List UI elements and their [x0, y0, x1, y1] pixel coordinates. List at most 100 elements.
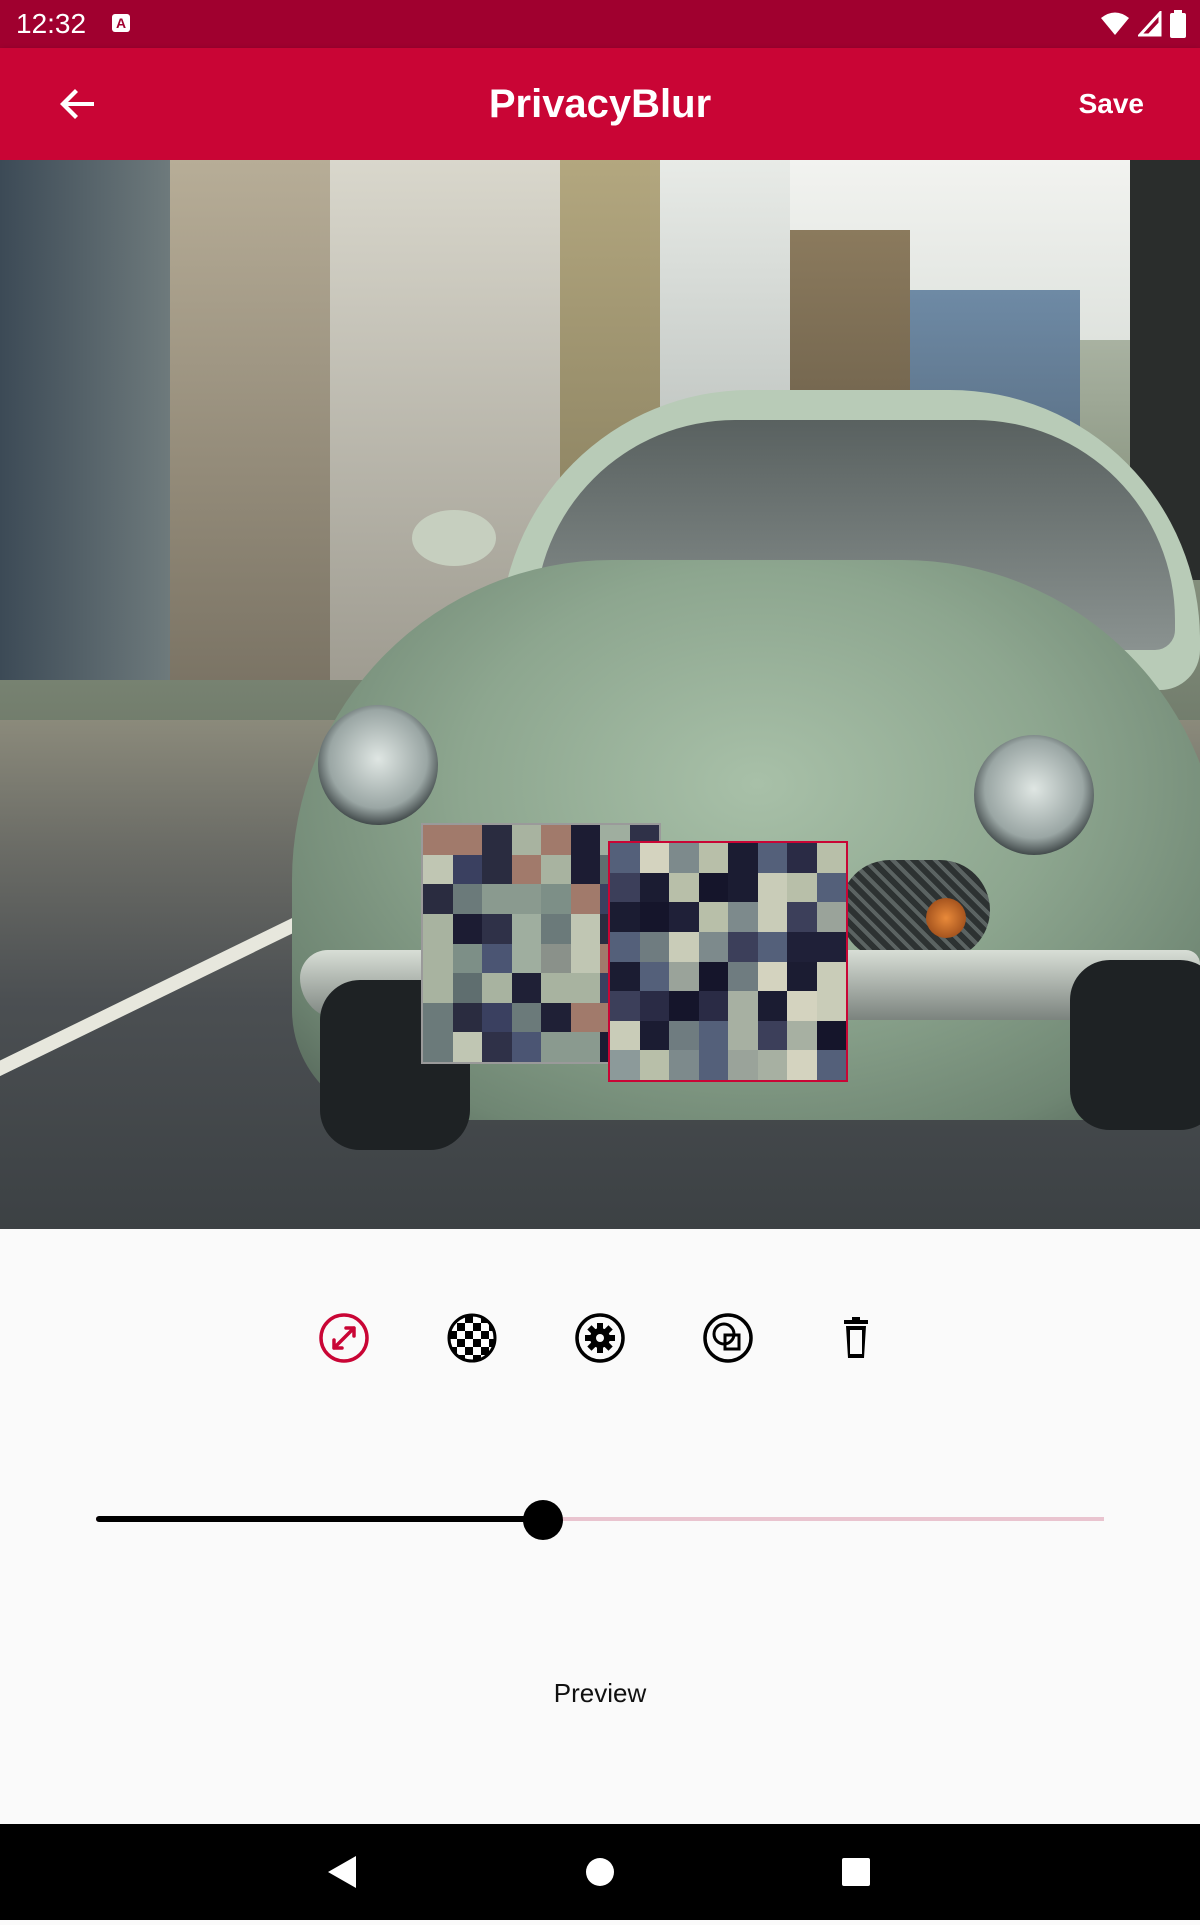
- tool-bar: [0, 1310, 1200, 1370]
- pixel-block: [610, 931, 640, 962]
- pixel-block: [757, 872, 787, 903]
- pixel-block: [757, 902, 787, 932]
- pixel-block: [757, 843, 787, 873]
- pixel-block: [816, 1020, 846, 1051]
- pixel-block: [610, 902, 640, 932]
- photo-grille: [840, 860, 990, 960]
- pixel-block: [452, 973, 482, 1003]
- pixel-block: [639, 872, 669, 903]
- pixel-block: [423, 913, 453, 944]
- a-icon: A: [112, 14, 130, 32]
- pixel-block: [816, 1050, 846, 1080]
- pixel-block: [669, 872, 699, 903]
- status-icons: [1100, 10, 1186, 38]
- pixel-block: [757, 991, 787, 1021]
- pixel-block: [511, 825, 541, 855]
- pixel-block: [669, 931, 699, 962]
- pixel-block: [698, 931, 728, 962]
- pixel-block: [816, 931, 846, 962]
- pixel-block: [698, 843, 728, 873]
- pixel-block: [610, 991, 640, 1021]
- pixel-block: [482, 854, 512, 885]
- pixel-block: [452, 943, 482, 974]
- recents-square-icon: [842, 1858, 870, 1886]
- blur-region-selected[interactable]: [608, 841, 848, 1082]
- photo-mirror: [412, 510, 496, 566]
- signal-icon: [1138, 11, 1162, 37]
- pixel-block: [669, 843, 699, 873]
- delete-tool[interactable]: [828, 1310, 884, 1366]
- pixel-block: [728, 991, 758, 1021]
- pixel-block: [610, 961, 640, 992]
- pixel-block: [639, 1020, 669, 1051]
- pixel-block: [698, 872, 728, 903]
- pixel-block: [669, 1020, 699, 1051]
- pixel-block: [728, 1020, 758, 1051]
- pixel-block: [698, 1050, 728, 1080]
- pixel-block: [570, 884, 600, 914]
- pixel-block: [452, 884, 482, 914]
- pixel-block: [787, 961, 817, 992]
- pixel-block: [511, 854, 541, 885]
- pixel-block: [728, 843, 758, 873]
- save-button[interactable]: Save: [1079, 88, 1144, 120]
- pixel-block: [541, 1032, 571, 1062]
- pixel-block: [698, 902, 728, 932]
- pixel-block: [570, 1002, 600, 1033]
- preview-button[interactable]: Preview: [0, 1678, 1200, 1709]
- pixel-block: [423, 884, 453, 914]
- nav-back-button[interactable]: [294, 1824, 390, 1920]
- pixel-block: [541, 825, 571, 855]
- settings-tool[interactable]: [572, 1310, 628, 1366]
- nav-recents-button[interactable]: [808, 1824, 904, 1920]
- pixel-block: [757, 1020, 787, 1051]
- blur-strength-slider[interactable]: [96, 1500, 1104, 1540]
- pixel-block: [452, 913, 482, 944]
- pixel-block: [482, 1032, 512, 1062]
- pixel-block: [639, 931, 669, 962]
- pixel-block: [482, 943, 512, 974]
- back-triangle-icon: [328, 1856, 356, 1888]
- photo-headlight-right: [974, 735, 1094, 855]
- pixel-block: [669, 991, 699, 1021]
- pixel-block: [482, 884, 512, 914]
- pixel-block: [511, 943, 541, 974]
- system-nav-bar: [0, 1824, 1200, 1920]
- pixel-block: [816, 991, 846, 1021]
- pixel-block: [482, 825, 512, 855]
- shape-tool[interactable]: [700, 1310, 756, 1366]
- pixel-block: [423, 943, 453, 974]
- pixel-block: [610, 1050, 640, 1080]
- pixel-block: [639, 1050, 669, 1080]
- pixel-block: [787, 991, 817, 1021]
- pixel-block: [787, 902, 817, 932]
- pixel-block: [816, 961, 846, 992]
- pixel-block: [639, 991, 669, 1021]
- trash-icon: [844, 1317, 868, 1358]
- pixel-block: [669, 1050, 699, 1080]
- pixel-block: [728, 872, 758, 903]
- checkerboard-icon: [447, 1313, 497, 1363]
- pixelate-tool[interactable]: [444, 1310, 500, 1366]
- resize-tool[interactable]: [316, 1310, 372, 1366]
- status-bar: 12:32 A: [0, 0, 1200, 48]
- photo-canvas[interactable]: [0, 160, 1200, 1229]
- pixel-block: [639, 961, 669, 992]
- pixel-block: [728, 961, 758, 992]
- status-time: 12:32: [16, 8, 87, 39]
- slider-thumb[interactable]: [522, 1500, 563, 1540]
- pixel-block: [728, 931, 758, 962]
- pixel-block: [541, 884, 571, 914]
- pixel-block: [511, 884, 541, 914]
- pixel-block: [728, 902, 758, 932]
- pixel-block: [452, 1032, 482, 1062]
- photo-indicator: [926, 898, 966, 938]
- pixel-block: [511, 913, 541, 944]
- pixel-block: [757, 961, 787, 992]
- pixel-block: [423, 825, 453, 855]
- pixel-block: [423, 973, 453, 1003]
- pixel-block: [698, 961, 728, 992]
- nav-home-button[interactable]: [552, 1824, 648, 1920]
- pixel-block: [698, 1020, 728, 1051]
- pixel-block: [423, 1002, 453, 1033]
